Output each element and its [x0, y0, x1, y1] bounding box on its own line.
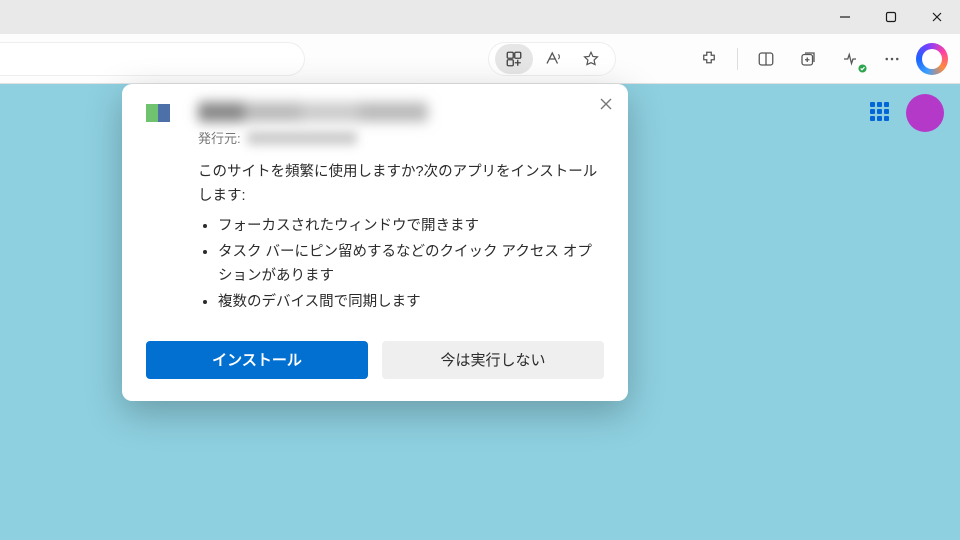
window-close-button[interactable]: [914, 0, 960, 34]
copilot-icon[interactable]: [916, 43, 948, 75]
dialog-actions: インストール 今は実行しない: [146, 341, 604, 379]
page-content: 発行元: このサイトを頻繁に使用しますか?次のアプリをインストールします: フォ…: [0, 84, 960, 540]
favorite-star-icon[interactable]: [573, 44, 609, 74]
profile-avatar[interactable]: [906, 94, 944, 132]
more-menu-icon[interactable]: [874, 44, 910, 74]
window-maximize-button[interactable]: [868, 0, 914, 34]
performance-icon[interactable]: [832, 44, 868, 74]
app-title-redacted: [198, 102, 428, 122]
dialog-question: このサイトを頻繁に使用しますか?次のアプリをインストールします:: [198, 161, 604, 209]
browser-window: 発行元: このサイトを頻繁に使用しますか?次のアプリをインストールします: フォ…: [0, 0, 960, 540]
dialog-bullet: フォーカスされたウィンドウで開きます: [218, 215, 604, 239]
google-apps-icon[interactable]: [870, 102, 890, 122]
split-screen-icon[interactable]: [748, 44, 784, 74]
toolbar: [0, 34, 960, 84]
address-bar[interactable]: [0, 42, 305, 76]
dialog-bullet: タスク バーにピン留めするなどのクイック アクセス オプションがあります: [218, 241, 604, 289]
install-button[interactable]: インストール: [146, 341, 368, 379]
install-app-dialog: 発行元: このサイトを頻繁に使用しますか?次のアプリをインストールします: フォ…: [122, 84, 628, 401]
dialog-body: このサイトを頻繁に使用しますか?次のアプリをインストールします: フォーカスされ…: [198, 161, 604, 315]
extensions-icon[interactable]: [691, 44, 727, 74]
dialog-bullet: 複数のデバイス間で同期します: [218, 291, 604, 315]
read-aloud-icon[interactable]: [535, 44, 571, 74]
toolbar-right: [691, 42, 948, 76]
window-minimize-button[interactable]: [822, 0, 868, 34]
install-pwa-icon[interactable]: [495, 44, 533, 74]
not-now-button[interactable]: 今は実行しない: [382, 341, 604, 379]
titlebar: [0, 0, 960, 34]
collections-icon[interactable]: [790, 44, 826, 74]
divider: [737, 48, 738, 70]
address-bar-actions: [488, 42, 616, 76]
publisher-value-redacted: [247, 131, 357, 145]
dialog-header: 発行元:: [146, 102, 604, 147]
app-icon: [146, 104, 182, 140]
dialog-close-button[interactable]: [598, 96, 614, 112]
publisher-label: 発行元:: [198, 128, 241, 147]
